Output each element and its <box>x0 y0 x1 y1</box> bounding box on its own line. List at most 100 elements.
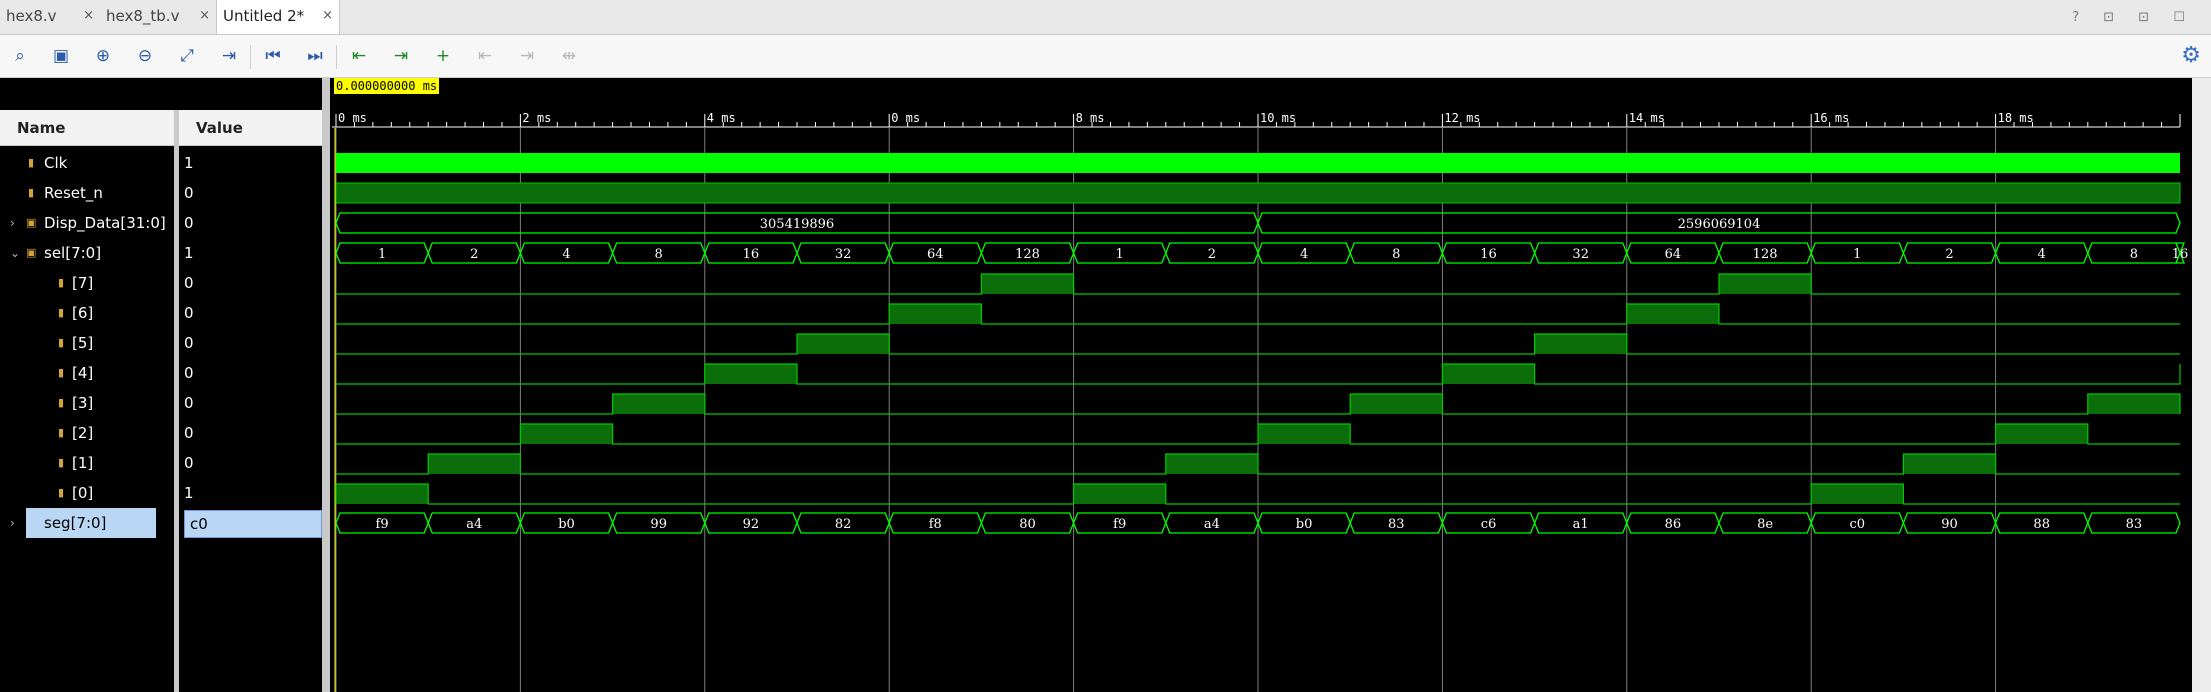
save-icon[interactable]: ▣ <box>48 43 74 69</box>
value-column-header[interactable]: Value <box>179 110 322 146</box>
bit-icon: ▮ <box>58 366 65 379</box>
next-transition-icon[interactable]: ⇥ <box>388 43 414 69</box>
signal-value: 1 <box>184 154 194 172</box>
tick-label: 10 ms <box>1260 111 1296 125</box>
sel-bit-high-fill <box>981 274 1074 294</box>
tick-label: 16 ms <box>1813 111 1849 125</box>
sel-segment-label: 2 <box>1208 247 1216 262</box>
sel-bit-high-fill <box>612 394 705 414</box>
sel-bit-high-fill <box>428 454 521 474</box>
search-icon[interactable]: ⌕ <box>7 43 33 69</box>
sel-segment-label: 16 <box>1480 247 1497 262</box>
signal-row-sel[interactable]: ⌄ ▣ sel[7:0] <box>0 238 174 268</box>
tab-untitled-2[interactable]: Untitled 2* × <box>216 0 340 34</box>
signal-value: 0 <box>184 274 194 292</box>
signal-value: 0 <box>184 364 194 382</box>
seg-segment-label: 86 <box>1665 517 1682 532</box>
tick-label: 0 ms <box>891 111 920 125</box>
signal-row-sel-3[interactable]: ▮ [3] <box>0 388 174 418</box>
sel-segment-label: 8 <box>2130 247 2138 262</box>
sel-bit-high-fill <box>797 334 890 354</box>
signal-name: [0] <box>72 484 94 502</box>
seg-segment-label: 92 <box>743 517 760 532</box>
vertical-scrollbar[interactable] <box>2192 78 2211 692</box>
go-to-start-icon[interactable]: ⏮ <box>260 43 286 69</box>
signal-name: [3] <box>72 394 94 412</box>
expand-icon[interactable]: › <box>10 208 15 238</box>
signal-row-sel-1[interactable]: ▮ [1] <box>0 448 174 478</box>
previous-marker-icon[interactable]: ⇤ <box>472 43 498 69</box>
close-icon[interactable]: × <box>83 0 94 32</box>
tab-hex8-v[interactable]: hex8.v × <box>0 0 100 34</box>
tick-label: 0 ms <box>338 111 367 125</box>
signal-value: 0 <box>184 454 194 472</box>
seg-segment-label: 82 <box>835 517 852 532</box>
sel-segment-label: 32 <box>835 247 852 262</box>
settings-icon[interactable]: ⚙ <box>2181 43 2201 68</box>
go-to-end-icon[interactable]: ⏭ <box>302 43 328 69</box>
tab-label: Untitled 2* <box>223 7 305 25</box>
sel-bit-high-fill <box>1165 454 1258 474</box>
previous-transition-icon[interactable]: ⇤ <box>346 43 372 69</box>
sel-bit-high-fill <box>704 364 797 384</box>
zoom-out-icon[interactable]: ⊖ <box>132 43 158 69</box>
name-column-header[interactable]: Name <box>0 110 174 146</box>
pane-divider[interactable] <box>322 78 330 692</box>
seg-segment-label: a4 <box>466 517 482 532</box>
sel-bit-high-fill <box>1811 484 1904 504</box>
sel-bit-high-fill <box>1719 274 1812 294</box>
signal-value: 1 <box>184 484 194 502</box>
expand-icon[interactable]: › <box>10 508 15 538</box>
signal-row-sel-2[interactable]: ▮ [2] <box>0 418 174 448</box>
go-to-cursor-icon[interactable]: ⇥ <box>216 43 242 69</box>
signal-row-sel-5[interactable]: ▮ [5] <box>0 328 174 358</box>
waveform-canvas[interactable]: 0 ms 2 ms 4 ms 0 ms 8 ms 10 ms 12 ms 14 ms 16 ms… <box>332 78 2192 692</box>
add-marker-icon[interactable]: + <box>430 43 456 69</box>
signal-value: 0 <box>184 334 194 352</box>
swap-cursors-icon[interactable]: ⇹ <box>556 43 582 69</box>
signal-name: [4] <box>72 364 94 382</box>
sel-bit-high-fill <box>889 304 982 324</box>
clk-waveform <box>336 153 2180 173</box>
signal-row-clk[interactable]: ▮ Clk <box>0 148 174 178</box>
signal-row-seg[interactable]: › ▣ seg[7:0] <box>0 508 174 538</box>
bit-icon: ▮ <box>58 456 65 469</box>
column-divider[interactable] <box>174 110 179 692</box>
signal-name: [6] <box>72 304 94 322</box>
signal-row-disp-data[interactable]: › ▣ Disp_Data[31:0] <box>0 208 174 238</box>
sel-segment-label: 16 <box>743 247 760 262</box>
bus-icon: ▣ <box>26 216 37 229</box>
sel-segment-label: 32 <box>1572 247 1589 262</box>
signal-row-reset-n[interactable]: ▮ Reset_n <box>0 178 174 208</box>
tick-label: 4 ms <box>707 111 736 125</box>
collapse-icon[interactable]: ⌄ <box>10 238 20 268</box>
seg-segment-label: 83 <box>2126 517 2143 532</box>
sel-segment-label: 128 <box>1753 247 1778 262</box>
signal-row-sel-6[interactable]: ▮ [6] <box>0 298 174 328</box>
tab-hex8-tb-v[interactable]: hex8_tb.v × <box>100 0 216 34</box>
sel-bit-high-fill <box>520 424 613 444</box>
close-icon[interactable]: × <box>199 0 210 32</box>
signal-row-sel-4[interactable]: ▮ [4] <box>0 358 174 388</box>
zoom-in-icon[interactable]: ⊕ <box>90 43 116 69</box>
signal-row-sel-7[interactable]: ▮ [7] <box>0 268 174 298</box>
bit-icon: ▮ <box>58 306 65 319</box>
tab-label: hex8.v <box>6 7 57 25</box>
bus-icon: ▣ <box>26 246 37 259</box>
close-icon[interactable]: × <box>322 0 333 32</box>
signal-value: 0 <box>184 184 194 202</box>
cursor-time-label[interactable]: 0.000000000 ms <box>334 78 440 94</box>
seg-segment-label: b0 <box>558 517 575 532</box>
bit-icon: ▮ <box>58 486 65 499</box>
sel-segment-label: 16 <box>2172 247 2189 262</box>
zoom-fit-icon[interactable]: ⤢ <box>174 43 200 69</box>
window-controls[interactable]: ? ⊡ ⊡ ☐ <box>2072 10 2195 25</box>
seg-segment-label: f9 <box>1113 517 1126 532</box>
signal-row-sel-0[interactable]: ▮ [0] <box>0 478 174 508</box>
next-marker-icon[interactable]: ⇥ <box>514 43 540 69</box>
bit-icon: ▮ <box>58 276 65 289</box>
signal-name: [7] <box>72 274 94 292</box>
tick-label: 18 ms <box>1998 111 2034 125</box>
signal-value-selected[interactable]: c0 <box>184 510 322 538</box>
waveform-toolbar: ⌕ ▣ ⊕ ⊖ ⤢ ⇥ ⏮ ⏭ ⇤ ⇥ + ⇤ ⇥ ⇹ ⚙ <box>0 35 2211 78</box>
